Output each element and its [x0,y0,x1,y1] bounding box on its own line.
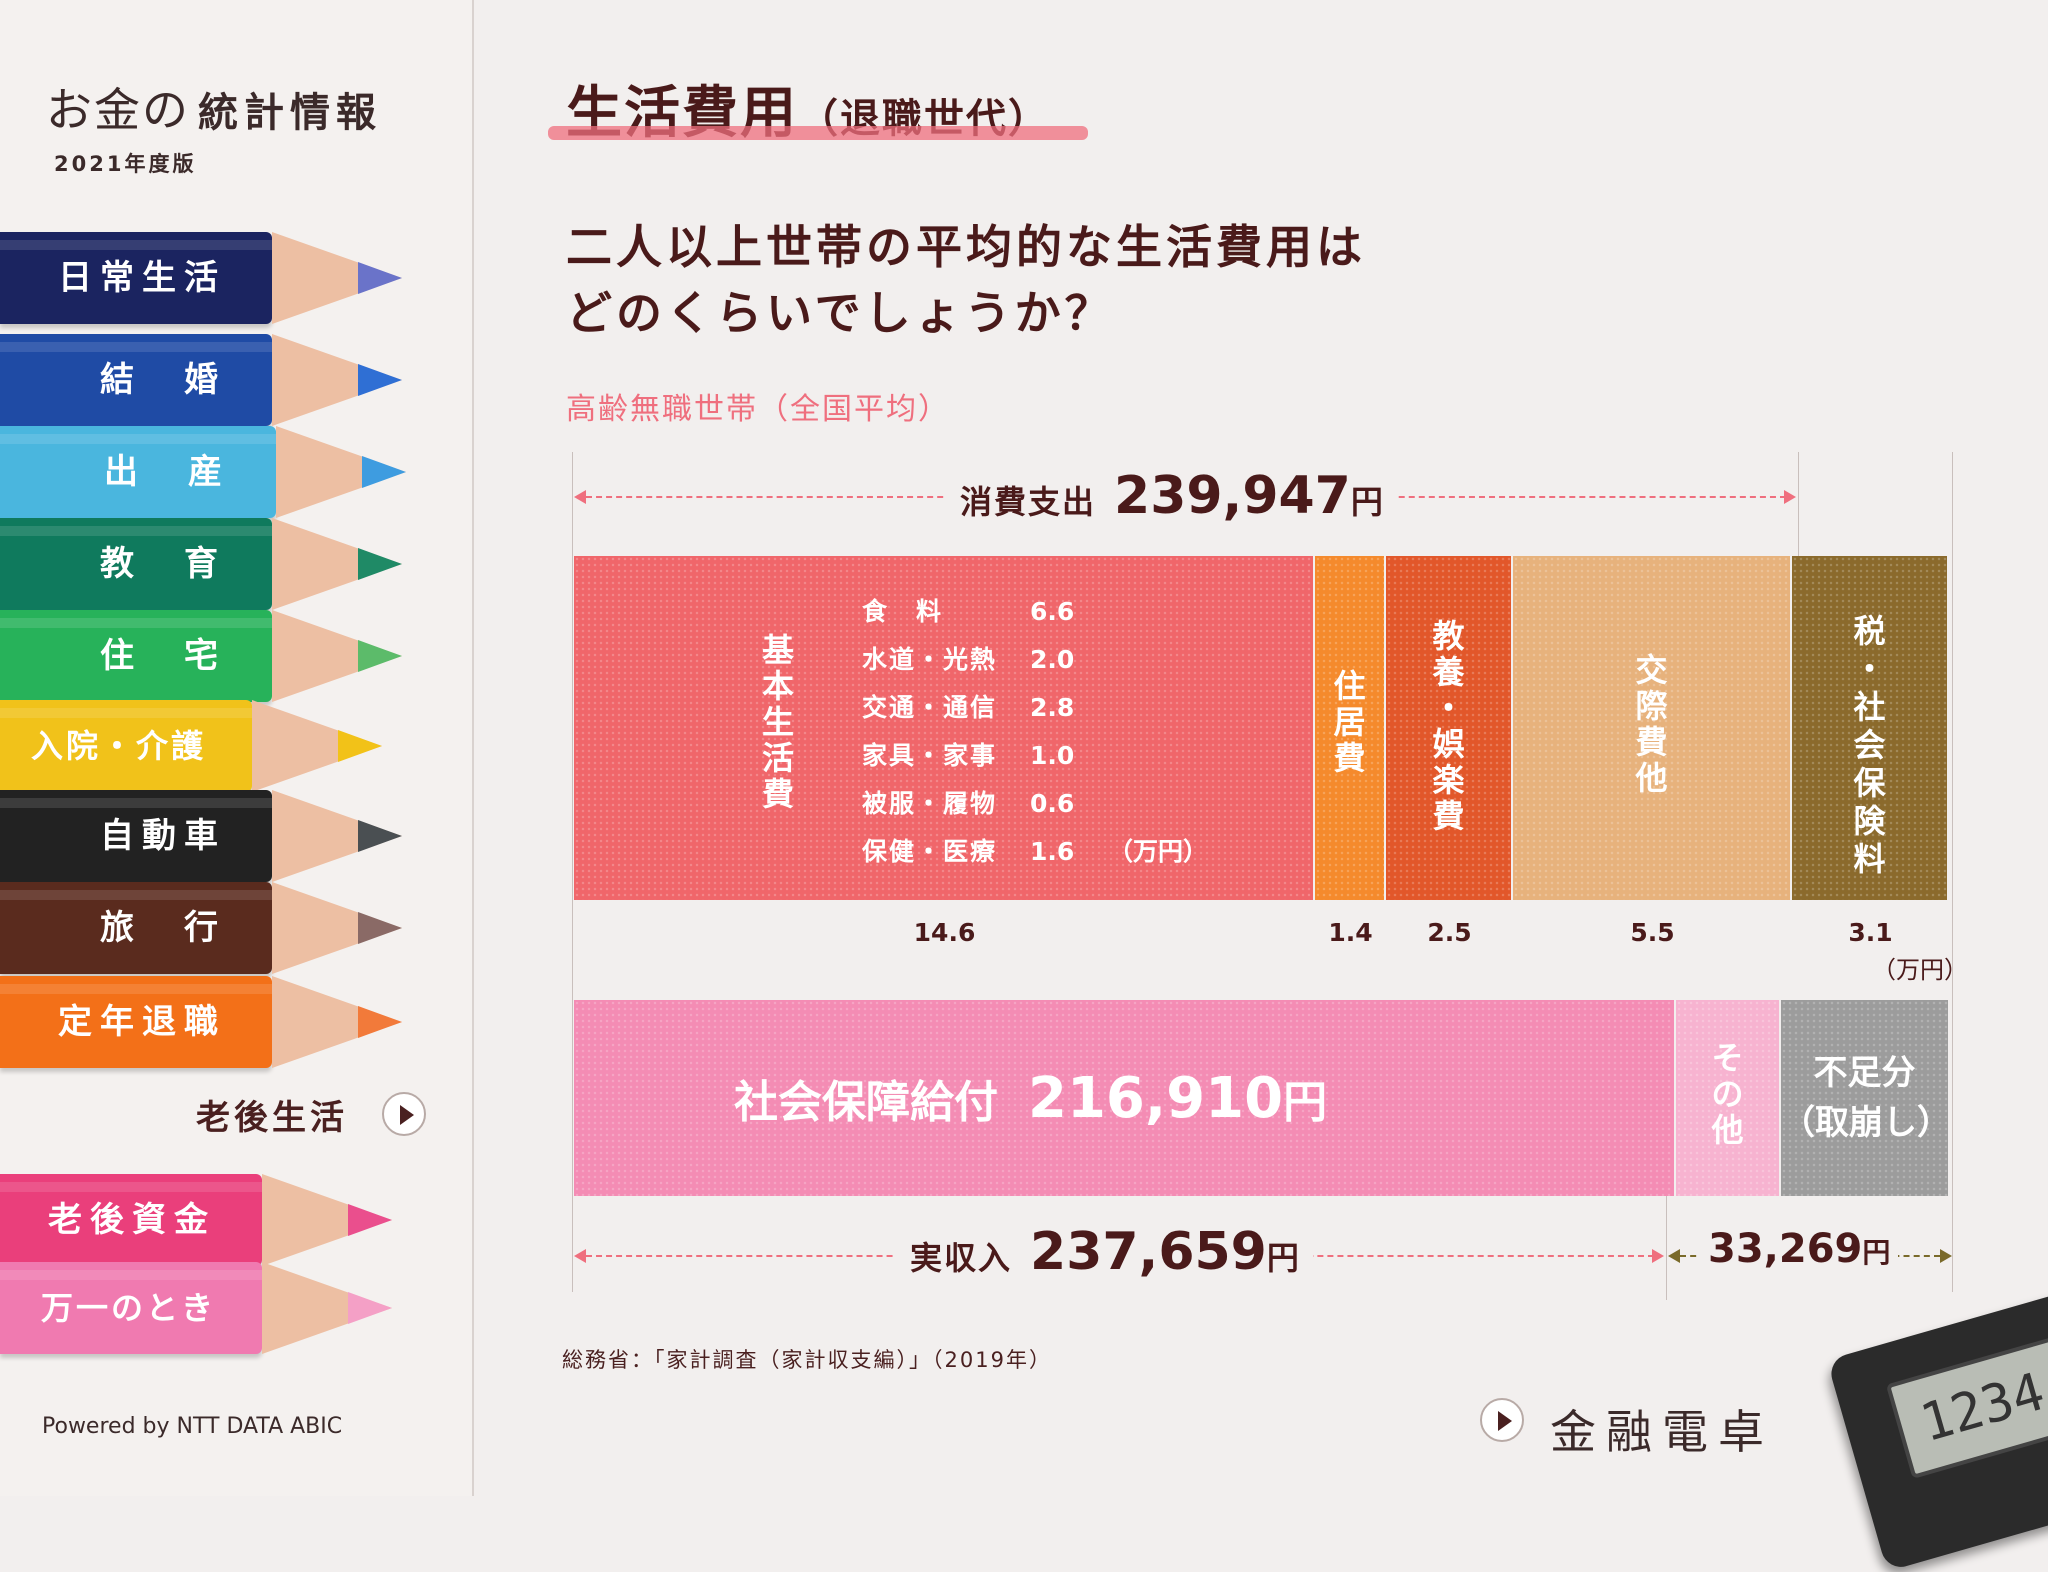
pencil-tip-icon [358,820,402,852]
bar-segment: 教養・娯楽費 [1386,556,1511,900]
sidebar: お金の 統計情報 2021年度版 日常生活結 婚出 産教 育住 宅入院・介護自動車… [0,0,474,1496]
breakdown-item-name: 水道・光熱 [862,645,998,674]
breakdown-item-value: 0.6 [1030,789,1075,818]
segment-label: 税・社会保険料 [1853,612,1886,878]
sidebar-item-label: 住 宅 [100,636,226,676]
breakdown-item-value: 6.6 [1030,597,1075,626]
segment-label: 基本生活費 [761,631,794,813]
sidebar-item-label: 自動車 [100,816,226,856]
calc-link-label: 金融電卓 [1550,1405,1774,1459]
pencil-tip-icon [358,640,402,672]
shortfall-total: 33,269円 [1700,1226,1899,1272]
arrow-left-icon [574,490,586,504]
breakdown-item: 保健・医療 1.6 （万円） [862,828,1208,876]
frame-line-spending-end [1798,452,1799,556]
arrow-left-icon [574,1249,586,1263]
segment-value: 5.5 [1630,918,1675,947]
powered-by: Powered by NTT DATA ABIC [42,1414,343,1439]
breakdown-unit: （万円） [1108,837,1209,866]
pencil-tip-icon [358,364,402,396]
breakdown-item-name: 家具・家事 [862,741,998,770]
calculator-image: 1234 [1826,1288,2048,1572]
segment-label: その他 [1711,1039,1744,1149]
sidebar-item-label: 旅 行 [100,908,226,948]
sidebar-item-label: 老後資金 [48,1200,216,1240]
brand-edition: 2021年度版 [54,152,197,176]
segment-value: 216,910 [1028,1066,1284,1131]
segment-value: 3.1 [1848,918,1893,947]
shortfall-label-line1: 不足分 [1813,1053,1916,1093]
arrow-left-icon [1668,1249,1680,1263]
breakdown-item: 被服・履物 0.6 [862,780,1208,828]
breakdown-item-value: 2.8 [1030,693,1075,722]
shortfall-label-line2: （取崩し） [1781,1103,1951,1143]
bar-segment: 社会保障給付 216,910円 [574,1000,1674,1196]
source-note: 総務省：「家計調査（家計収支編）」（2019年） [562,1348,1052,1372]
bar-segment: その他 [1676,1000,1779,1196]
breakdown-item-value: 2.0 [1030,645,1075,674]
breakdown-item: 家具・家事 1.0 [862,732,1208,780]
arrow-right-icon [1652,1249,1664,1263]
breakdown-item-value: 1.6 [1030,837,1075,866]
basic-living-breakdown: 食 料 6.6 水道・光熱 2.0 交通・通信 2.8 家具・家事 1.0 被服・履物 0.6 保健… [862,588,1208,876]
breakdown-item-value: 1.0 [1030,741,1075,770]
sidebar-item-label: 日常生活 [58,258,226,298]
sidebar-item-label: 入院・介護 [30,727,206,765]
segment-label-text: 社会保障給付 [734,1077,998,1128]
sidebar-item-label: 定年退職 [58,1002,226,1042]
breakdown-item-name: 食 料 [862,597,944,626]
bar-segment: 交際費他 [1513,556,1790,900]
sidebar-item-label: 万一のとき [40,1289,216,1327]
income-total: 実収入 237,659円 [896,1222,1313,1282]
spending-total: 消費支出 239,947円 [946,466,1397,526]
segment-value: 2.5 [1427,918,1472,947]
pencil-tip-icon [348,1204,392,1236]
brand-logo[interactable]: お金の 統計情報 [46,74,382,140]
arrow-right-icon [1784,490,1796,504]
segment-value: 1.4 [1328,918,1373,947]
pencil-tip-icon [338,730,382,762]
calculator-display: 1234 [1885,1321,2048,1479]
sidebar-item-label: 結 婚 [100,360,226,400]
segment-label: 教養・娯楽費 [1432,617,1465,835]
breakdown-item-name: 交通・通信 [862,693,998,722]
unit-note: （万円） [1872,956,1968,984]
breakdown-item: 水道・光熱 2.0 [862,636,1208,684]
pencil-tip-icon [362,456,406,488]
breakdown-item-name: 保健・医療 [862,837,998,866]
breakdown-item: 食 料 6.6 [862,588,1208,636]
sidebar-item-current[interactable]: 老後生活 [196,1090,348,1139]
arrow-right-icon [1940,1249,1952,1263]
play-icon [1480,1398,1524,1442]
pencil-tip-icon [358,262,402,294]
chart-subtitle: 高齢無職世帯（全国平均） [566,392,950,427]
sidebar-item-label: 出 産 [104,452,230,492]
pencil-tip-icon [358,548,402,580]
frame-line-income-end [1666,1196,1667,1300]
frame-line-right [1952,452,1953,1292]
bar-segment: 不足分 （取崩し） [1781,1000,1951,1196]
title-underline [548,126,1088,140]
brand-title: お金の 統計情報 [46,83,382,137]
pencil-tip-icon [348,1292,392,1324]
bar-segment: 税・社会保険料 [1792,556,1947,900]
segment-label: 住居費 [1333,667,1366,777]
segment-value: 14.6 [913,918,976,947]
segment-label: 交際費他 [1635,651,1668,797]
pencil-tip-icon [358,912,402,944]
play-icon[interactable] [382,1092,426,1136]
breakdown-item-name: 被服・履物 [862,789,998,818]
sidebar-item-label: 教 育 [100,544,226,584]
bar-segment: 住居費 [1315,556,1384,900]
pencil-tip-icon [358,1006,402,1038]
breakdown-item: 交通・通信 2.8 [862,684,1208,732]
segment-label: 不足分 （取崩し） [1781,1048,1951,1148]
yen-unit: 円 [1283,1077,1328,1128]
segment-label: 社会保障給付 216,910円 [734,1066,1327,1131]
question-heading: 二人以上世帯の平均的な生活費用は どのくらいでしょうか？ [566,220,1366,340]
frame-line-left [572,452,573,1292]
